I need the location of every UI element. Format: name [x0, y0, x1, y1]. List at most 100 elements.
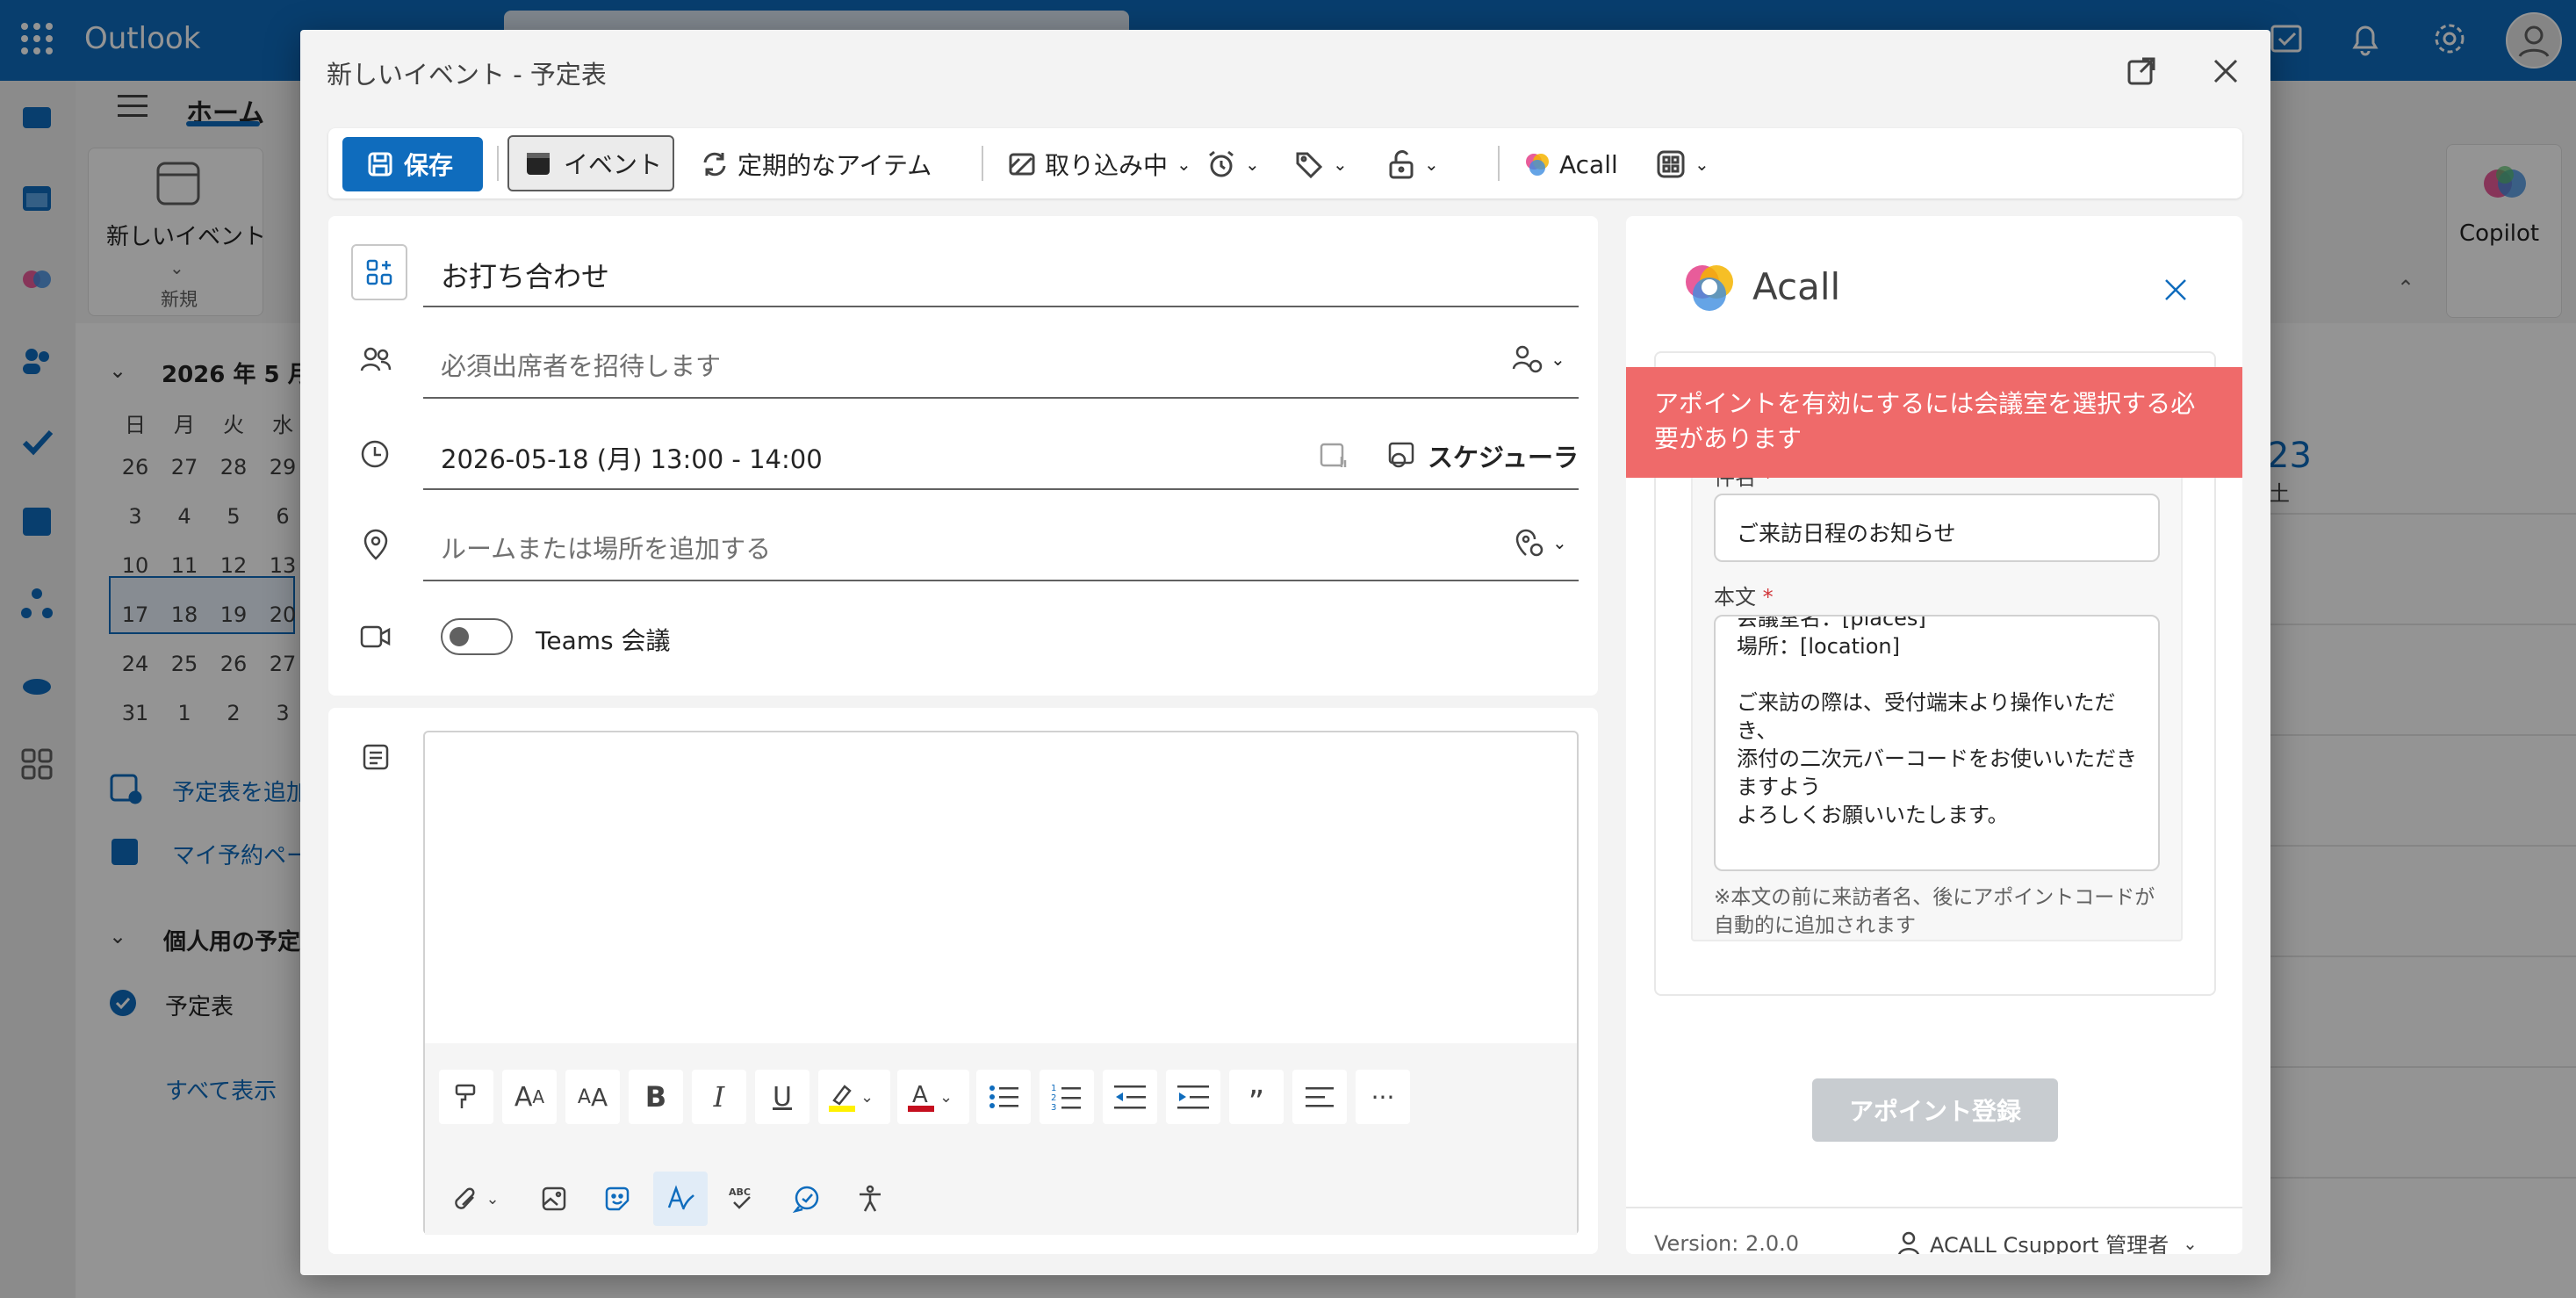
increase-indent-icon[interactable] — [1166, 1070, 1220, 1124]
event-icon — [527, 153, 550, 175]
svg-text:2: 2 — [1051, 1093, 1056, 1103]
svg-text:ABC: ABC — [729, 1186, 751, 1198]
people-settings-icon — [1512, 345, 1543, 373]
save-button[interactable]: 保存 — [342, 137, 483, 191]
event-label: イベント — [564, 150, 663, 179]
subject-input[interactable]: ご来訪日程のお知らせ — [1714, 494, 2160, 562]
location-options-button[interactable]: ⌄ — [1514, 527, 1567, 559]
alarm-icon — [1209, 150, 1234, 177]
lock-open-icon — [1389, 150, 1414, 179]
repeat-icon — [703, 152, 726, 177]
location-input[interactable]: ルームまたは場所を追加する — [441, 529, 771, 566]
format-painter-icon[interactable] — [439, 1070, 493, 1124]
acall-close-icon[interactable] — [2163, 278, 2188, 302]
pop-out-icon[interactable] — [2126, 56, 2156, 86]
font-grow-icon[interactable]: AA — [565, 1070, 620, 1124]
decrease-indent-icon[interactable] — [1103, 1070, 1157, 1124]
room-finder-icon[interactable] — [1319, 441, 1349, 469]
category-dropdown[interactable]: ⌄ — [1294, 139, 1348, 190]
underline-icon[interactable]: U — [755, 1070, 809, 1124]
svg-text:1: 1 — [1051, 1084, 1056, 1093]
busy-icon — [1009, 153, 1035, 176]
acall-footer: Version: 2.0.0 ACALL Csupport 管理者 ⌄ — [1626, 1207, 2242, 1254]
acall-addin-panel: Acall 件名 * ご来訪日程のお知らせ 本文 * 会議室名：[places]… — [1626, 216, 2242, 1254]
formatting-toolbar: AA AA B I U ⌄ A ⌄ 123 ” ··· ⌄ ABC — [425, 1043, 1577, 1235]
version-label: Version: 2.0.0 — [1654, 1231, 1800, 1254]
chevron-down-icon: ⌄ — [1333, 154, 1348, 175]
attendee-options-button[interactable]: ⌄ — [1512, 344, 1565, 374]
italic-icon[interactable]: I — [692, 1070, 746, 1124]
video-icon — [360, 624, 392, 650]
spelling-icon[interactable]: ABC — [716, 1172, 771, 1226]
acall-addin-label: Acall — [1559, 149, 1618, 179]
room-required-alert: アポイントを有効にするには会議室を選択する必要があります — [1626, 367, 2242, 478]
recurring-button[interactable]: 定期的なアイテム — [701, 139, 932, 190]
apps-icon — [1657, 150, 1685, 178]
font-color-icon[interactable]: A ⌄ — [897, 1070, 969, 1124]
busy-label: 取り込み中 — [1045, 151, 1169, 180]
body-editor[interactable]: AA AA B I U ⌄ A ⌄ 123 ” ··· ⌄ ABC — [423, 731, 1579, 1235]
location-settings-icon — [1515, 529, 1543, 557]
chevron-down-icon: ⌄ — [1551, 349, 1565, 370]
appointment-form: 件名 * ご来訪日程のお知らせ 本文 * 会議室名：[places] 場所：[l… — [1691, 450, 2183, 941]
chevron-down-icon: ⌄ — [1176, 154, 1191, 175]
user-menu[interactable]: ACALL Csupport 管理者 ⌄ — [1896, 1228, 2198, 1254]
scheduler-icon — [1388, 442, 1414, 468]
acall-logo-icon — [1526, 154, 1549, 176]
acall-logo-icon — [1682, 260, 1737, 314]
chevron-down-icon: ⌄ — [1424, 154, 1439, 175]
attendees-icon — [360, 346, 392, 374]
recurring-label: 定期的なアイテム — [738, 151, 932, 180]
font-size-icon[interactable]: AA — [502, 1070, 557, 1124]
align-icon[interactable] — [1292, 1070, 1347, 1124]
chevron-down-icon: ⌄ — [1245, 154, 1260, 175]
insert-picture-icon[interactable] — [527, 1172, 581, 1226]
quote-icon[interactable]: ” — [1229, 1070, 1284, 1124]
svg-text:A: A — [912, 1082, 928, 1108]
attach-file-icon[interactable]: ⌄ — [439, 1172, 513, 1226]
bold-icon[interactable]: B — [629, 1070, 683, 1124]
privacy-dropdown[interactable]: ⌄ — [1387, 139, 1439, 190]
teams-label: Teams 会議 — [536, 626, 671, 655]
event-toolbar: 保存 イベント 定期的なアイテム 取り込み中 ⌄ ⌄ ⌄ ⌄ Acall ⌄ — [328, 128, 2242, 198]
save-icon — [368, 152, 392, 177]
comment-icon[interactable] — [780, 1172, 834, 1226]
accessibility-icon[interactable] — [843, 1172, 897, 1226]
datetime-field[interactable]: 2026-05-18 (月) 13:00 - 14:00 — [441, 439, 823, 476]
new-event-dialog: 新しいイベント - 予定表 保存 イベント 定期的なアイテム 取り込み中 ⌄ ⌄ — [300, 30, 2270, 1275]
location-icon — [362, 529, 390, 560]
body-note: ※本文の前に来訪者名、後にアポイントコードが自動的に追加されます — [1714, 886, 2155, 937]
notes-icon — [362, 743, 390, 771]
reminder-dropdown[interactable]: ⌄ — [1206, 139, 1260, 190]
scheduler-button[interactable]: スケジューラ — [1387, 437, 1579, 474]
body-textarea[interactable]: 会議室名：[places] 場所：[location] ご来訪の際は、受付端末よ… — [1714, 615, 2160, 871]
bullet-list-icon[interactable] — [976, 1070, 1031, 1124]
acall-brand: Acall — [1752, 265, 1841, 308]
body-textarea-content: 会議室名：[places] 場所：[location] ご来訪の際は、受付端末よ… — [1737, 615, 2137, 827]
chevron-down-icon: ⌄ — [1695, 154, 1709, 175]
user-name: ACALL Csupport 管理者 — [1930, 1233, 2169, 1254]
dialog-title: 新しいイベント - 予定表 — [327, 60, 607, 90]
svg-text:3: 3 — [1051, 1103, 1056, 1112]
event-details-form: お打ち合わせ 必須出席者を招待します ⌄ 2026-05-18 (月) 13:0… — [328, 216, 1598, 696]
user-icon — [1897, 1231, 1920, 1254]
show-as-dropdown[interactable]: 取り込み中 ⌄ — [1008, 139, 1191, 190]
apps-dropdown[interactable]: ⌄ — [1656, 139, 1709, 190]
chevron-down-icon: ⌄ — [2183, 1232, 2198, 1254]
highlight-icon[interactable]: ⌄ — [818, 1070, 890, 1124]
event-type-button[interactable]: イベント — [507, 135, 674, 191]
attendees-input[interactable]: 必須出席者を招待します — [441, 346, 721, 383]
event-title-input[interactable]: お打ち合わせ — [441, 255, 609, 295]
close-icon[interactable] — [2213, 58, 2239, 84]
body-label: 本文 * — [1714, 585, 1774, 609]
title-category-icon[interactable] — [351, 244, 407, 300]
editor-icon[interactable] — [653, 1172, 708, 1226]
numbered-list-icon[interactable]: 123 — [1040, 1070, 1094, 1124]
save-label: 保存 — [404, 151, 454, 180]
acall-addin-button[interactable]: Acall — [1524, 139, 1618, 190]
teams-toggle[interactable] — [441, 618, 513, 655]
sticker-icon[interactable] — [590, 1172, 644, 1226]
scheduler-label: スケジューラ — [1428, 443, 1579, 472]
more-options-icon[interactable]: ··· — [1356, 1070, 1410, 1124]
register-appointment-button[interactable]: アポイント登録 — [1812, 1078, 2058, 1142]
